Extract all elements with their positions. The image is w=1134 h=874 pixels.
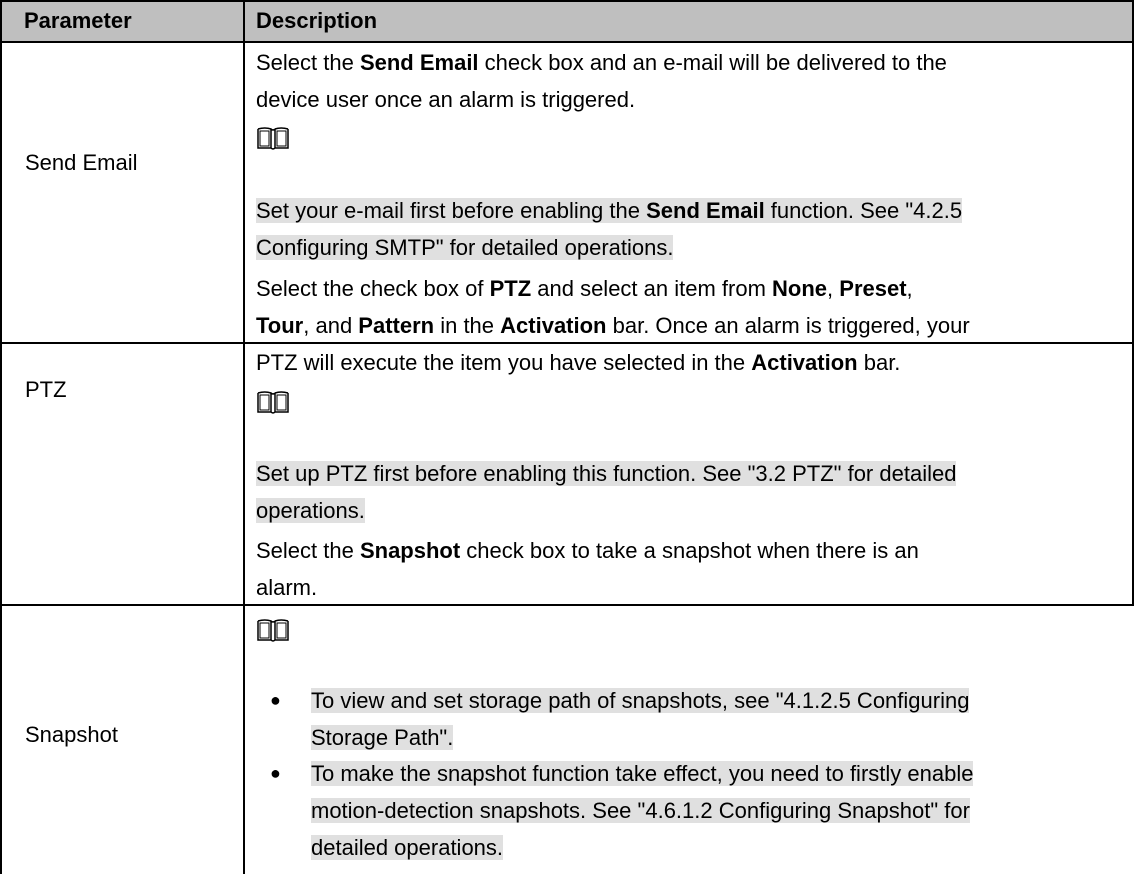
note-line: Set up PTZ first before enabling this fu… <box>256 461 957 486</box>
desc-line: PTZ will execute the item you have selec… <box>256 350 901 375</box>
parameter-table: Parameter Description Send Email Select … <box>0 0 1134 874</box>
desc-line: Select the check box of PTZ and select a… <box>256 276 913 301</box>
bullet-line: To make the snapshot function take effec… <box>311 761 974 786</box>
bullet-line: To view and set storage path of snapshot… <box>311 688 970 713</box>
header-description: Description <box>256 8 378 33</box>
bullet-line: detailed operations. <box>311 835 504 860</box>
note-line: Configuring SMTP" for detailed operation… <box>256 235 674 260</box>
book-icon <box>257 619 289 642</box>
bullet-icon: ● <box>270 690 281 710</box>
book-icon <box>257 391 289 414</box>
desc-line: Select the Send Email check box and an e… <box>256 50 947 75</box>
header-parameter: Parameter <box>24 8 132 33</box>
header-divider <box>0 41 1134 43</box>
desc-line: device user once an alarm is triggered. <box>256 87 636 112</box>
desc-line: Select the Snapshot check box to take a … <box>256 538 919 563</box>
row-divider <box>0 604 1134 606</box>
desc-line: alarm. <box>256 575 318 600</box>
row-name-send-email: Send Email <box>25 150 138 175</box>
table-header <box>0 0 1134 42</box>
desc-line: Tour, and Pattern in the Activation bar.… <box>256 313 970 338</box>
table-border-top <box>0 0 1134 2</box>
bullet-line: motion-detection snapshots. See "4.6.1.2… <box>311 798 970 823</box>
row-name-ptz: PTZ <box>25 377 67 402</box>
note-line: Set your e-mail first before enabling th… <box>256 198 963 223</box>
bullet-line: Storage Path". <box>311 725 454 750</box>
book-icon <box>257 127 289 150</box>
note-line: operations. <box>256 498 365 523</box>
row-name-snapshot: Snapshot <box>25 722 118 747</box>
bullet-icon: ● <box>270 763 281 783</box>
